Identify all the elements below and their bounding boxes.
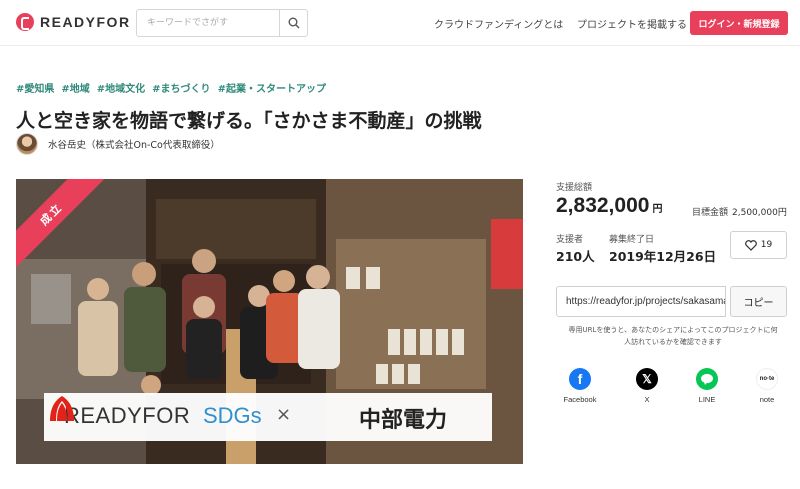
project-hero-image[interactable]: 成立 READYFOR SDGs × 中部電力	[16, 179, 523, 464]
note-icon: no·te	[756, 368, 778, 390]
total-support-amount: 2,832,000 円	[556, 194, 662, 218]
end-date-value: 2019年12月26日	[609, 249, 717, 264]
share-x[interactable]: 𝕏 X	[622, 368, 672, 404]
x-icon: 𝕏	[636, 368, 658, 390]
tag-region[interactable]: #地域	[61, 80, 89, 95]
tag-startup[interactable]: #起業・スタートアップ	[218, 80, 326, 95]
facebook-icon: f	[569, 368, 591, 390]
share-facebook-label: Facebook	[563, 395, 597, 404]
share-note-label: note	[759, 395, 775, 404]
share-line[interactable]: LINE	[682, 368, 732, 404]
share-url-note: 専用URLを使うと、あなたのシェアによってこのプロジェクトに何人訪れているかを確…	[568, 326, 778, 346]
search-input[interactable]	[137, 10, 279, 36]
tag-aichi[interactable]: #愛知県	[16, 80, 54, 95]
project-tags: #愛知県 #地域 #地域文化 #まちづくり #起業・スタートアップ	[16, 80, 326, 95]
favorite-count: 19	[760, 240, 773, 250]
goal-value: 2,500,000円	[732, 208, 787, 218]
owner-name: 水谷岳史（株式会社On-Co代表取締役）	[48, 140, 220, 151]
banner-readyfor-text: READYFOR	[64, 403, 191, 428]
copy-url-button[interactable]: コピー	[730, 286, 787, 317]
share-url-field[interactable]: https://readyfor.jp/projects/sakasama	[556, 286, 726, 317]
login-signup-button[interactable]: ログイン・新規登録	[690, 11, 788, 35]
goal-amount: 目標金額 2,500,000円	[692, 205, 787, 218]
project-owner[interactable]: 水谷岳史（株式会社On-Co代表取締役）	[16, 133, 220, 155]
banner-cross: ×	[276, 404, 292, 425]
total-support-unit: 円	[652, 204, 663, 215]
readyfor-logo[interactable]: READYFOR	[16, 13, 131, 31]
banner-sdgs-text: SDGs	[203, 403, 262, 428]
tag-town-building[interactable]: #まちづくり	[152, 80, 210, 95]
banner-partner-text: 中部電力	[359, 408, 448, 433]
share-line-label: LINE	[698, 395, 716, 404]
site-header: READYFOR クラウドファンディングとは プロジェクトを掲載する ログイン・…	[0, 0, 800, 46]
favorite-button[interactable]: 19	[730, 231, 787, 259]
share-note[interactable]: no·te note	[742, 368, 792, 404]
supporters-label: 支援者	[556, 235, 584, 245]
tag-regional-culture[interactable]: #地域文化	[97, 80, 145, 95]
share-x-label: X	[644, 395, 650, 404]
sdgs-partner-banner: READYFOR SDGs × 中部電力	[44, 393, 492, 441]
nav-post-project[interactable]: プロジェクトを掲載する	[577, 16, 687, 31]
total-support-label: 支援総額	[556, 183, 593, 193]
owner-avatar	[16, 133, 38, 155]
heart-icon	[744, 239, 757, 251]
end-date-label: 募集終了日	[609, 235, 655, 245]
project-title: 人と空き家を物語で繋げる。「さかさま不動産」の挑戦	[16, 110, 482, 132]
logo-text: READYFOR	[40, 14, 131, 30]
line-icon	[696, 368, 718, 390]
goal-label: 目標金額	[692, 208, 729, 218]
total-support-value: 2,832,000	[556, 194, 650, 217]
search-button[interactable]	[279, 10, 307, 36]
chubu-electric-logo-icon	[50, 396, 74, 421]
search-icon	[288, 17, 299, 29]
readyfor-logo-icon	[16, 13, 34, 31]
share-facebook[interactable]: f Facebook	[555, 368, 605, 404]
search-box	[136, 9, 308, 37]
supporters-value: 210人	[556, 249, 595, 264]
nav-about-crowdfunding[interactable]: クラウドファンディングとは	[434, 16, 563, 31]
